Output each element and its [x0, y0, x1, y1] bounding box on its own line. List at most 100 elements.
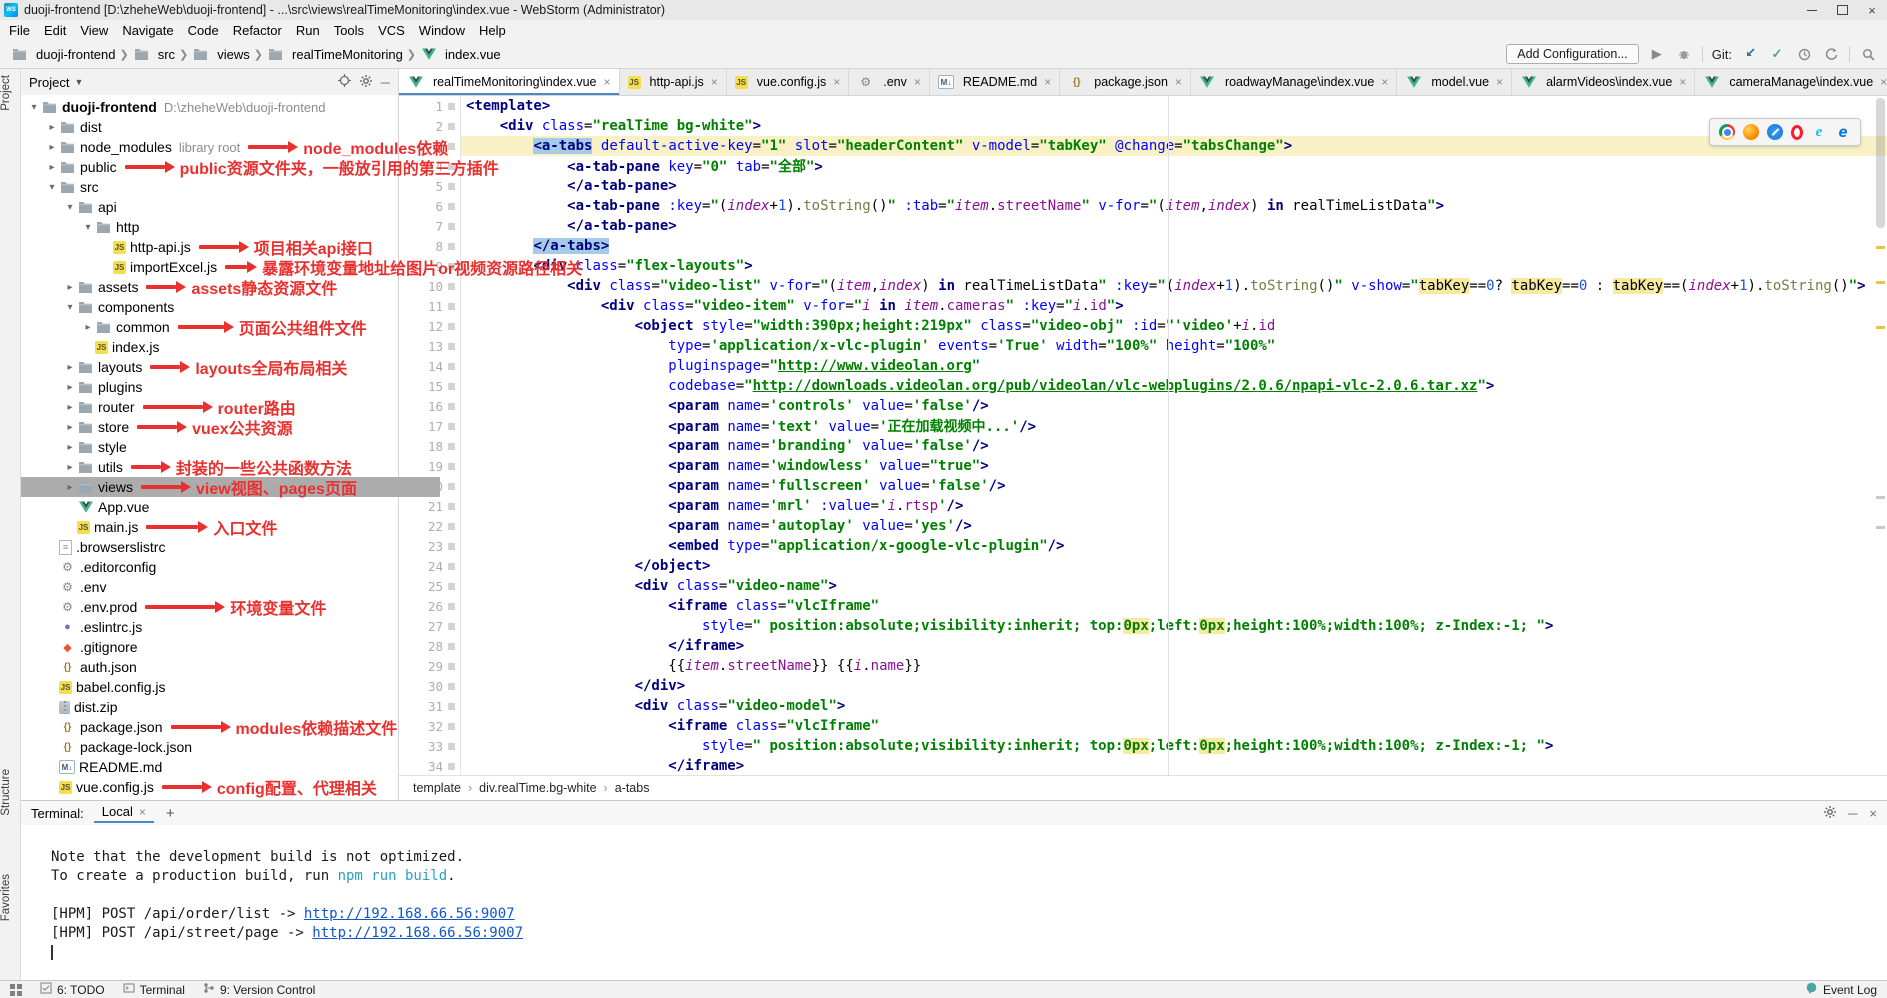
expand-caret-icon[interactable]: ▸ — [63, 482, 77, 493]
fold-marker-icon[interactable] — [448, 603, 455, 610]
tree-item-style[interactable]: ▸style — [21, 437, 440, 457]
expand-caret-icon[interactable]: ▸ — [63, 422, 77, 433]
fold-marker-icon[interactable] — [448, 663, 455, 670]
tab-readme.md[interactable]: M↓README.md× — [930, 69, 1060, 95]
code-line-23[interactable]: 23 <embed type="application/x-google-vlc… — [399, 536, 1887, 556]
opera-browser-icon[interactable] — [1791, 125, 1803, 140]
menu-navigate[interactable]: Navigate — [115, 23, 180, 38]
fold-marker-icon[interactable] — [448, 563, 455, 570]
terminal-link[interactable]: http://192.168.66.56:9007 — [312, 925, 523, 941]
code-line-26[interactable]: 26 <iframe class="vlcIframe" — [399, 596, 1887, 616]
tree-item-api[interactable]: ▾api — [21, 197, 440, 217]
fold-marker-icon[interactable] — [448, 623, 455, 630]
stripe-mark[interactable] — [1876, 496, 1885, 499]
expand-caret-icon[interactable]: ▾ — [63, 302, 77, 313]
history-icon[interactable] — [1795, 45, 1813, 63]
expand-caret-icon[interactable]: ▸ — [45, 122, 59, 133]
warning-stripe-mark[interactable] — [1876, 281, 1885, 284]
fold-marker-icon[interactable] — [448, 403, 455, 410]
code-line-12[interactable]: 12 <object style="width:390px;height:219… — [399, 316, 1887, 336]
code-line-7[interactable]: 7 </a-tab-pane> — [399, 216, 1887, 236]
tree-item-plugins[interactable]: ▸plugins — [21, 377, 440, 397]
expand-caret-icon[interactable]: ▸ — [81, 322, 95, 333]
tree-item-components[interactable]: ▾components — [21, 297, 440, 317]
expand-caret-icon[interactable]: ▸ — [63, 402, 77, 413]
fold-marker-icon[interactable] — [448, 703, 455, 710]
tree-item-auth.json[interactable]: {}auth.json — [21, 657, 422, 677]
breadcrumb-item-a-tabs[interactable]: a-tabs — [615, 781, 650, 795]
tree-item-main.js[interactable]: JSmain.js入口文件 — [21, 517, 440, 537]
close-icon[interactable]: × — [1381, 75, 1388, 89]
tab-alarmvideos-index.vue[interactable]: alarmVideos\index.vue× — [1512, 69, 1695, 95]
tree-item-http-api.js[interactable]: JShttp-api.js项目相关api接口 — [21, 237, 476, 257]
breadcrumb-item-duoji-frontend[interactable]: duoji-frontend — [8, 47, 119, 62]
code-line-20[interactable]: 20 <param name='fullscreen' value='false… — [399, 476, 1887, 496]
close-panel-icon[interactable]: × — [1869, 806, 1877, 821]
fold-marker-icon[interactable] — [448, 383, 455, 390]
expand-caret-icon[interactable]: ▸ — [63, 462, 77, 473]
fold-marker-icon[interactable] — [448, 463, 455, 470]
fold-marker-icon[interactable] — [448, 743, 455, 750]
tree-item-public[interactable]: ▸publicpublic资源文件夹，一般放引用的第三方插件 — [21, 157, 422, 177]
tree-item-duoji-frontend[interactable]: ▾duoji-frontendD:\zheheWeb\duoji-fronten… — [21, 97, 404, 117]
chrome-browser-icon[interactable] — [1719, 124, 1735, 140]
tab-cameramanage-index.vue[interactable]: cameraManage\index.vue× — [1695, 69, 1887, 95]
status-6-todo[interactable]: 6: TODO — [40, 982, 105, 997]
tree-item-router[interactable]: ▸routerrouter路由 — [21, 397, 440, 417]
tab-model.vue[interactable]: model.vue× — [1397, 69, 1512, 95]
expand-caret-icon[interactable]: ▸ — [45, 162, 59, 173]
code-line-5[interactable]: 5 </a-tab-pane> — [399, 176, 1887, 196]
tree-item-babel.config.js[interactable]: JSbabel.config.js — [21, 677, 422, 697]
menu-help[interactable]: Help — [472, 23, 513, 38]
expand-caret-icon[interactable]: ▾ — [27, 102, 41, 113]
code-line-34[interactable]: 34 </iframe> — [399, 756, 1887, 776]
expand-caret-icon[interactable]: ▸ — [63, 362, 77, 373]
menu-run[interactable]: Run — [289, 23, 327, 38]
code-line-22[interactable]: 22 <param name='autoplay' value='yes'/> — [399, 516, 1887, 536]
code-line-27[interactable]: 27 style=" position:absolute;visibility:… — [399, 616, 1887, 636]
fold-marker-icon[interactable] — [448, 103, 455, 110]
tree-item-importexcel.js[interactable]: JSimportExcel.js暴露环境变量地址给图片or视频资源路径相关 — [21, 257, 476, 277]
breadcrumb-item-views[interactable]: views — [189, 47, 253, 62]
menu-refactor[interactable]: Refactor — [226, 23, 289, 38]
close-icon[interactable]: × — [914, 75, 921, 89]
hide-panel-icon[interactable]: ─ — [381, 75, 390, 90]
tree-item-utils[interactable]: ▸utils封装的一些公共函数方法 — [21, 457, 440, 477]
tree-item-src[interactable]: ▾src — [21, 177, 422, 197]
fold-marker-icon[interactable] — [448, 203, 455, 210]
edge-browser-icon[interactable]: e — [1835, 124, 1851, 140]
fold-marker-icon[interactable] — [448, 523, 455, 530]
fold-marker-icon[interactable] — [448, 283, 455, 290]
fold-marker-icon[interactable] — [448, 303, 455, 310]
scrollbar-thumb[interactable] — [1876, 98, 1885, 228]
tab-vue.config.js[interactable]: JSvue.config.js× — [727, 69, 850, 95]
fold-marker-icon[interactable] — [448, 763, 455, 770]
menu-code[interactable]: Code — [181, 23, 226, 38]
warning-stripe-mark[interactable] — [1876, 246, 1885, 249]
menu-tools[interactable]: Tools — [327, 23, 371, 38]
fold-marker-icon[interactable] — [448, 583, 455, 590]
close-button[interactable]: × — [1857, 0, 1887, 20]
code-line-28[interactable]: 28 </iframe> — [399, 636, 1887, 656]
tool-window-favorites-button[interactable]: Favorites — [0, 874, 20, 921]
code-line-16[interactable]: 16 <param name='controls' value='false'/… — [399, 396, 1887, 416]
status-9-version-control[interactable]: 9: Version Control — [203, 982, 315, 997]
breadcrumb-item-realtimemonitoring[interactable]: realTimeMonitoring — [264, 47, 406, 62]
terminal-link[interactable]: http://192.168.66.56:9007 — [304, 906, 515, 922]
gear-icon[interactable] — [1824, 806, 1836, 821]
menu-file[interactable]: File — [2, 23, 37, 38]
git-update-icon[interactable] — [1741, 45, 1759, 63]
tab-realtimemonitoring-index.vue[interactable]: realTimeMonitoring\index.vue× — [399, 69, 620, 95]
maximize-button[interactable] — [1827, 0, 1857, 20]
tree-item-node-modules[interactable]: ▸node_moduleslibrary rootnode_modules依赖 — [21, 137, 422, 157]
tab-.env[interactable]: ⚙.env× — [849, 69, 930, 95]
breadcrumb-item-div.realtime.bg-white[interactable]: div.realTime.bg-white — [479, 781, 596, 795]
fold-marker-icon[interactable] — [448, 483, 455, 490]
fold-marker-icon[interactable] — [448, 503, 455, 510]
chevron-down-icon[interactable]: ▼ — [74, 77, 83, 87]
tree-item-.gitignore[interactable]: ◆.gitignore — [21, 637, 422, 657]
tree-item-.env[interactable]: ⚙.env — [21, 577, 422, 597]
code-line-10[interactable]: 10 <div class="video-list" v-for="(item,… — [399, 276, 1887, 296]
add-configuration-button[interactable]: Add Configuration... — [1506, 44, 1639, 64]
code-line-19[interactable]: 19 <param name='windowless' value="true"… — [399, 456, 1887, 476]
